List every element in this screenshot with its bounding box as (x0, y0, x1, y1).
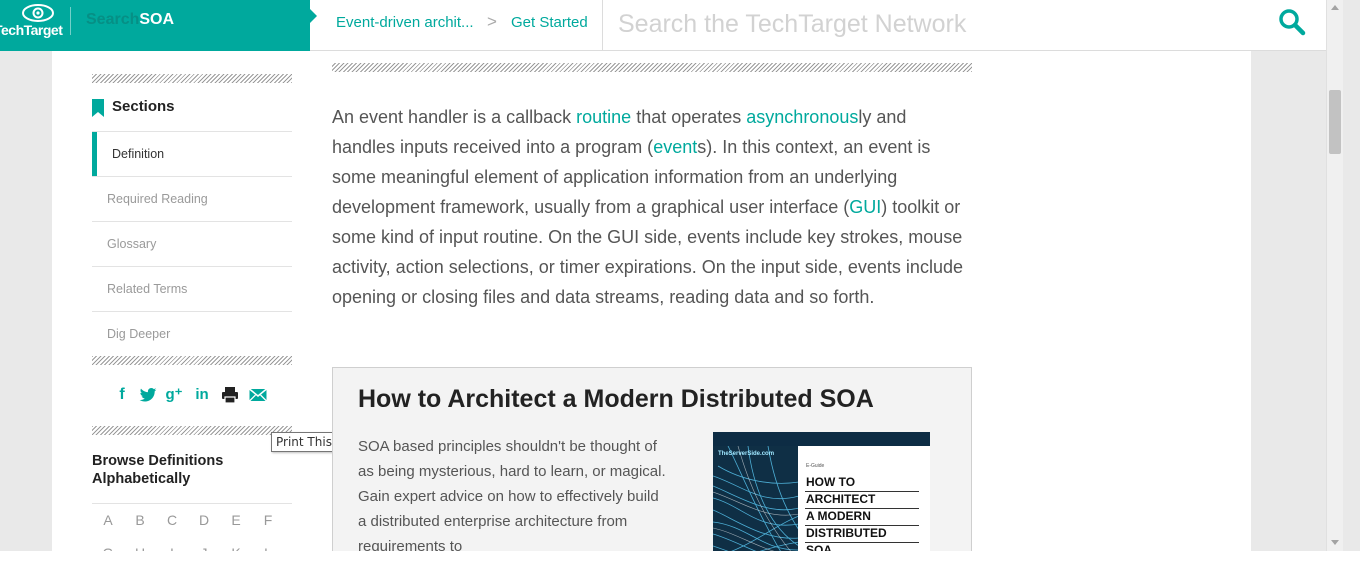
promo-box: How to Architect a Modern Distributed SO… (332, 367, 972, 562)
top-navigation-bar: TechTarget SearchSOA Event-driven archit… (0, 0, 1326, 51)
link-event[interactable]: event (653, 137, 697, 157)
printer-icon (222, 387, 238, 404)
section-item-required-reading[interactable]: Required Reading (92, 177, 292, 222)
letter-link[interactable]: E (220, 512, 252, 528)
letter-link[interactable]: F (252, 512, 284, 528)
link-routine[interactable]: routine (576, 107, 631, 127)
cover-brand: TheServerSide.com (718, 451, 775, 457)
search-input[interactable] (618, 6, 1258, 42)
alphabet-row: ABCDEF (92, 503, 292, 530)
brand-arrow (310, 9, 317, 23)
site-name-suffix: SOA (139, 11, 175, 28)
cover-top-bar (713, 432, 930, 446)
facebook-icon[interactable]: f (112, 385, 132, 405)
search-icon (1279, 9, 1306, 36)
twitter-bird-icon (139, 388, 157, 402)
page-scrollbar[interactable] (1326, 0, 1343, 551)
article-paragraph: An event handler is a callback routine t… (332, 102, 972, 312)
google-plus-icon[interactable]: g⁺ (164, 385, 184, 405)
link-asynchronous[interactable]: asynchronous (746, 107, 858, 127)
search-button[interactable] (1276, 6, 1308, 38)
brand-divider (70, 7, 71, 35)
envelope-icon (249, 388, 267, 402)
cover-guide-label: E-Guide (806, 463, 825, 469)
scrollbar-thumb[interactable] (1329, 90, 1341, 154)
scroll-down-arrow-icon[interactable] (1331, 540, 1339, 545)
cover-title-line: HOW TO (806, 475, 856, 489)
cover-title-line: ARCHITECT (806, 492, 876, 506)
link-gui[interactable]: GUI (849, 197, 881, 217)
cover-title-line: A MODERN (806, 509, 871, 523)
breadcrumb-item[interactable]: Event-driven archit... (336, 14, 474, 31)
sections-title: Sections (112, 98, 175, 115)
breadcrumb-item[interactable]: Get Started (511, 14, 588, 31)
email-icon[interactable] (248, 385, 268, 405)
browse-definitions-title: Browse Definitions Alphabetically (92, 453, 224, 487)
print-icon[interactable] (220, 385, 240, 405)
letter-link[interactable]: C (156, 512, 188, 528)
search-divider (602, 0, 603, 51)
ebook-cover-image[interactable]: TheServerSide.com E-Guide HOW TO ARCHITE… (713, 432, 930, 562)
promo-title[interactable]: How to Architect a Modern Distributed SO… (358, 385, 874, 414)
section-item-related-terms[interactable]: Related Terms (92, 267, 292, 312)
content-panel: Sections Definition Required Reading Glo… (52, 51, 1251, 562)
letter-link[interactable]: B (124, 512, 156, 528)
bottom-edge (0, 551, 1360, 562)
hatched-divider (332, 63, 972, 72)
eye-logo-icon (22, 4, 54, 22)
section-item-glossary[interactable]: Glossary (92, 222, 292, 267)
techtarget-logo[interactable]: TechTarget (0, 2, 63, 42)
letter-link[interactable]: A (92, 512, 124, 528)
linkedin-icon[interactable]: in (192, 385, 212, 405)
promo-description: SOA based principles shouldn't be though… (358, 438, 666, 555)
section-item-definition[interactable]: Definition (92, 132, 292, 177)
twitter-icon[interactable] (138, 385, 158, 405)
logo-text: TechTarget (0, 22, 63, 38)
site-name-link[interactable]: SearchSOA (86, 11, 174, 29)
breadcrumb-separator: > (487, 12, 497, 31)
cover-title-line: DISTRIBUTED (806, 526, 887, 540)
letter-link[interactable]: D (188, 512, 220, 528)
scroll-up-arrow-icon[interactable] (1331, 5, 1339, 10)
section-list: Definition Required Reading Glossary Rel… (92, 131, 292, 357)
sections-header: Sections (92, 98, 292, 120)
network-fibers-graphic (713, 446, 799, 562)
brand-block: TechTarget SearchSOA (0, 0, 310, 51)
site-name-prefix: Search (86, 11, 140, 28)
text-run: that operates (631, 107, 747, 127)
hatched-divider (92, 356, 292, 365)
hatched-divider (92, 426, 292, 435)
bookmark-icon (92, 99, 104, 117)
hatched-divider (92, 74, 292, 83)
section-item-dig-deeper[interactable]: Dig Deeper (92, 312, 292, 357)
text-run: An event handler is a callback (332, 107, 577, 127)
